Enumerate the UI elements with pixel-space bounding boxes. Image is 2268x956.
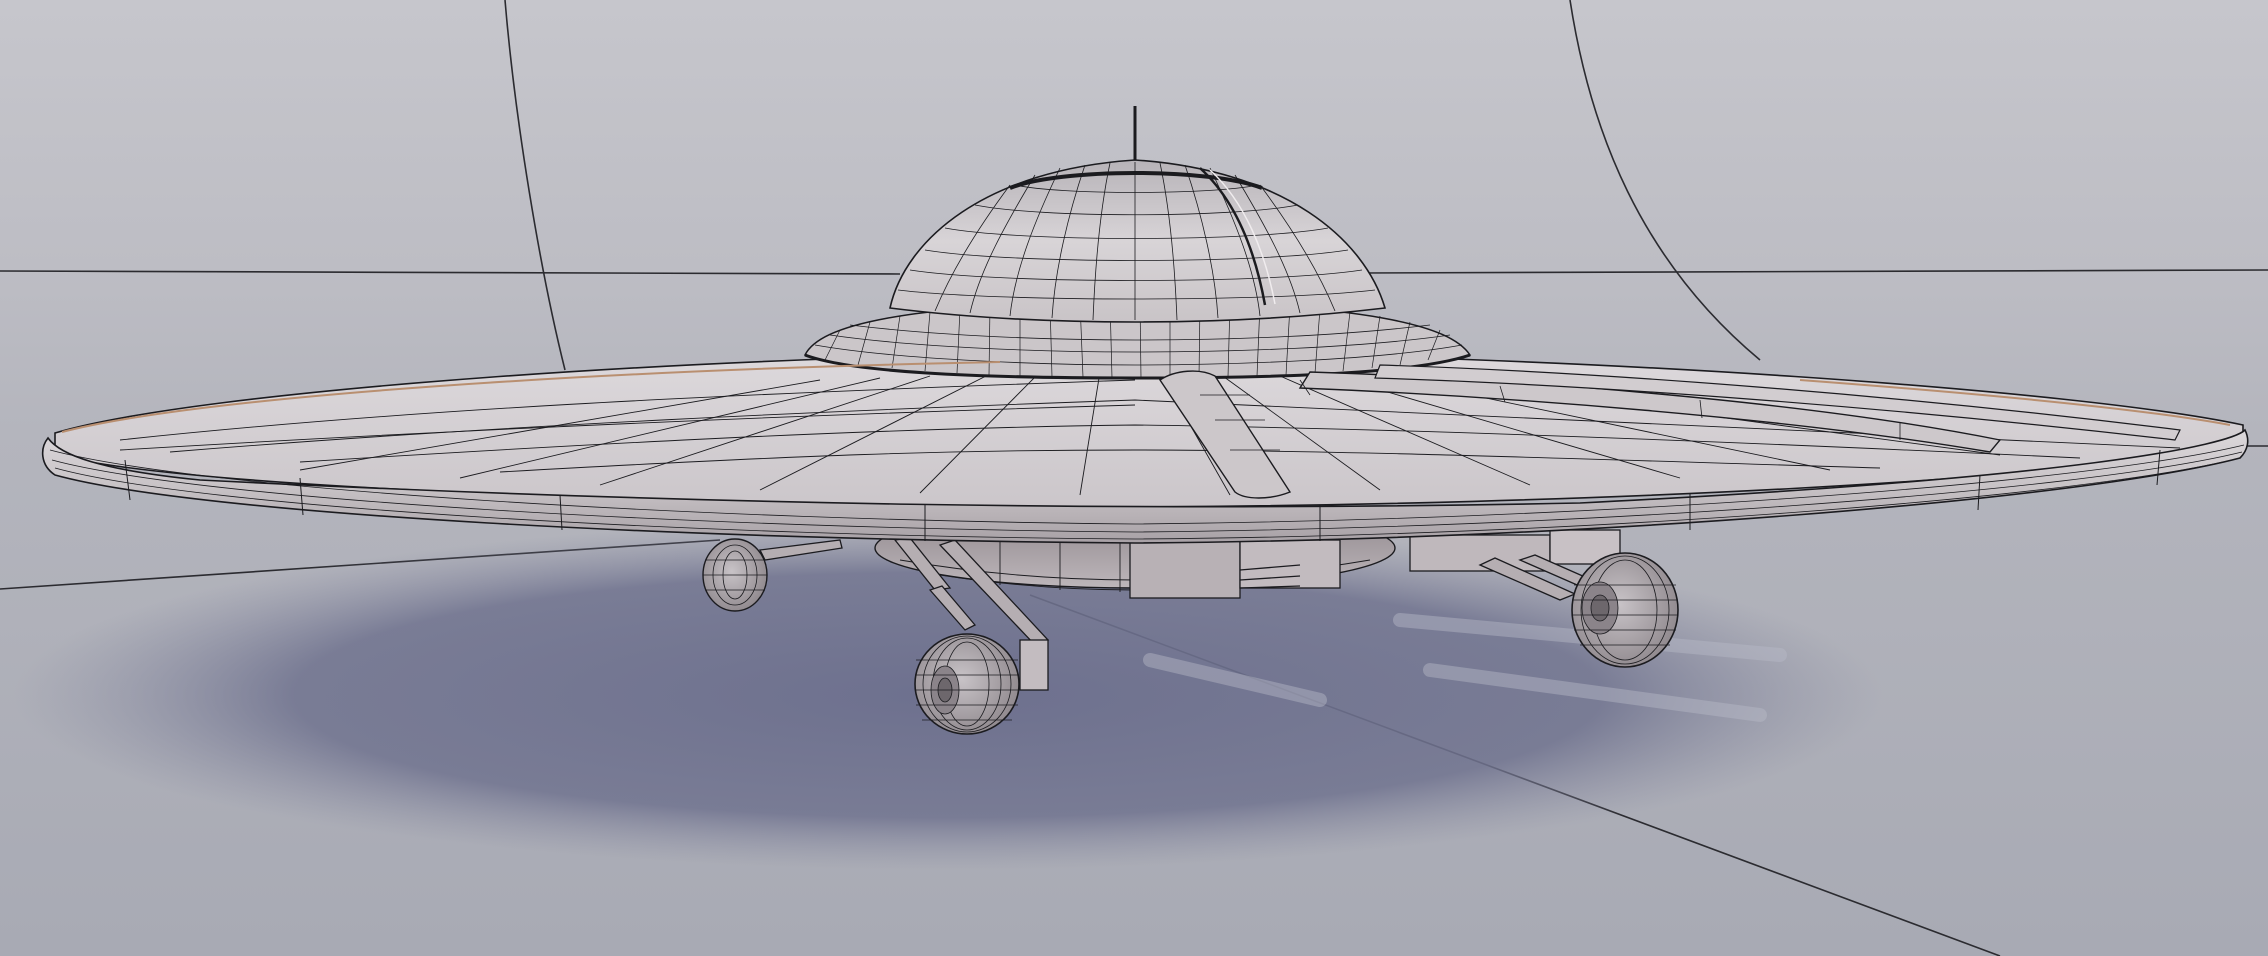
- wheel-front: [914, 633, 1020, 735]
- wheel-left: [702, 538, 768, 612]
- wheel-right: [1571, 552, 1679, 668]
- saucer-scene[interactable]: [0, 0, 2268, 956]
- 3d-viewport[interactable]: [0, 0, 2268, 956]
